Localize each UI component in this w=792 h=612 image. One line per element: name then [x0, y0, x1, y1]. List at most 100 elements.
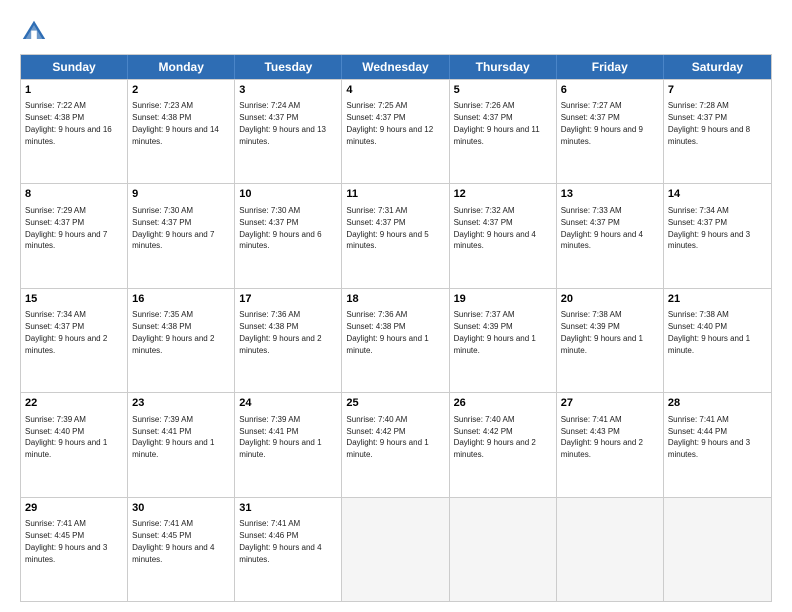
- day-number: 26: [454, 396, 552, 411]
- header: [20, 18, 772, 46]
- day-info: Sunrise: 7:41 AM Sunset: 4:43 PM Dayligh…: [561, 415, 643, 460]
- day-number: 9: [132, 187, 230, 202]
- day-info: Sunrise: 7:30 AM Sunset: 4:37 PM Dayligh…: [239, 206, 321, 251]
- weekday-header-saturday: Saturday: [664, 55, 771, 79]
- day-number: 8: [25, 187, 123, 202]
- calendar-cell-13: 13 Sunrise: 7:33 AM Sunset: 4:37 PM Dayli…: [557, 184, 664, 287]
- day-number: 10: [239, 187, 337, 202]
- calendar-cell-23: 23 Sunrise: 7:39 AM Sunset: 4:41 PM Dayli…: [128, 393, 235, 496]
- day-number: 22: [25, 396, 123, 411]
- day-number: 30: [132, 501, 230, 516]
- day-info: Sunrise: 7:34 AM Sunset: 4:37 PM Dayligh…: [668, 206, 750, 251]
- calendar-cell-10: 10 Sunrise: 7:30 AM Sunset: 4:37 PM Dayli…: [235, 184, 342, 287]
- day-info: Sunrise: 7:31 AM Sunset: 4:37 PM Dayligh…: [346, 206, 428, 251]
- logo: [20, 18, 52, 46]
- day-number: 23: [132, 396, 230, 411]
- day-info: Sunrise: 7:26 AM Sunset: 4:37 PM Dayligh…: [454, 101, 540, 146]
- day-info: Sunrise: 7:23 AM Sunset: 4:38 PM Dayligh…: [132, 101, 219, 146]
- weekday-header-sunday: Sunday: [21, 55, 128, 79]
- calendar-cell-27: 27 Sunrise: 7:41 AM Sunset: 4:43 PM Dayli…: [557, 393, 664, 496]
- calendar-cell-7: 7Sunrise: 7:28 AM Sunset: 4:37 PM Daylig…: [664, 80, 771, 183]
- calendar-cell-12: 12 Sunrise: 7:32 AM Sunset: 4:37 PM Dayli…: [450, 184, 557, 287]
- calendar-cell-5: 5 Sunrise: 7:26 AM Sunset: 4:37 PM Daylig…: [450, 80, 557, 183]
- calendar-cell-20: 20Sunrise: 7:38 AM Sunset: 4:39 PM Dayli…: [557, 289, 664, 392]
- day-number: 25: [346, 396, 444, 411]
- day-info: Sunrise: 7:41 AM Sunset: 4:45 PM Dayligh…: [25, 519, 107, 564]
- day-number: 5: [454, 83, 552, 98]
- day-number: 12: [454, 187, 552, 202]
- day-number: 15: [25, 292, 123, 307]
- day-number: 16: [132, 292, 230, 307]
- day-info: Sunrise: 7:38 AM Sunset: 4:40 PM Dayligh…: [668, 310, 750, 355]
- calendar-body: 1 Sunrise: 7:22 AM Sunset: 4:38 PM Daylig…: [21, 79, 771, 601]
- day-info: Sunrise: 7:24 AM Sunset: 4:37 PM Dayligh…: [239, 101, 326, 146]
- day-number: 31: [239, 501, 337, 516]
- calendar-cell-2: 2 Sunrise: 7:23 AM Sunset: 4:38 PM Daylig…: [128, 80, 235, 183]
- calendar-row-1: 1 Sunrise: 7:22 AM Sunset: 4:38 PM Daylig…: [21, 79, 771, 183]
- calendar-row-5: 29 Sunrise: 7:41 AM Sunset: 4:45 PM Dayli…: [21, 497, 771, 601]
- logo-icon: [20, 18, 48, 46]
- day-number: 3: [239, 83, 337, 98]
- weekday-header-friday: Friday: [557, 55, 664, 79]
- day-number: 4: [346, 83, 444, 98]
- calendar-cell-24: 24 Sunrise: 7:39 AM Sunset: 4:41 PM Dayli…: [235, 393, 342, 496]
- calendar-cell-4: 4 Sunrise: 7:25 AM Sunset: 4:37 PM Daylig…: [342, 80, 449, 183]
- day-info: Sunrise: 7:39 AM Sunset: 4:40 PM Dayligh…: [25, 415, 107, 460]
- calendar-cell-21: 21Sunrise: 7:38 AM Sunset: 4:40 PM Dayli…: [664, 289, 771, 392]
- calendar-cell-17: 17 Sunrise: 7:36 AM Sunset: 4:38 PM Dayli…: [235, 289, 342, 392]
- day-info: Sunrise: 7:39 AM Sunset: 4:41 PM Dayligh…: [239, 415, 321, 460]
- day-info: Sunrise: 7:27 AM Sunset: 4:37 PM Dayligh…: [561, 101, 643, 146]
- calendar-cell-26: 26 Sunrise: 7:40 AM Sunset: 4:42 PM Dayli…: [450, 393, 557, 496]
- day-number: 2: [132, 83, 230, 98]
- day-info: Sunrise: 7:41 AM Sunset: 4:46 PM Dayligh…: [239, 519, 321, 564]
- day-number: 14: [668, 187, 767, 202]
- calendar-row-3: 15Sunrise: 7:34 AM Sunset: 4:37 PM Dayli…: [21, 288, 771, 392]
- day-number: 1: [25, 83, 123, 98]
- day-info: Sunrise: 7:25 AM Sunset: 4:37 PM Dayligh…: [346, 101, 433, 146]
- day-info: Sunrise: 7:40 AM Sunset: 4:42 PM Dayligh…: [454, 415, 536, 460]
- calendar-cell-empty: [664, 498, 771, 601]
- day-number: 20: [561, 292, 659, 307]
- calendar-cell-3: 3 Sunrise: 7:24 AM Sunset: 4:37 PM Daylig…: [235, 80, 342, 183]
- calendar-cell-25: 25 Sunrise: 7:40 AM Sunset: 4:42 PM Dayli…: [342, 393, 449, 496]
- calendar-cell-31: 31 Sunrise: 7:41 AM Sunset: 4:46 PM Dayli…: [235, 498, 342, 601]
- calendar-header: SundayMondayTuesdayWednesdayThursdayFrid…: [21, 55, 771, 79]
- calendar-row-2: 8Sunrise: 7:29 AM Sunset: 4:37 PM Daylig…: [21, 183, 771, 287]
- day-number: 7: [668, 83, 767, 98]
- calendar-cell-empty: [557, 498, 664, 601]
- calendar-row-4: 22 Sunrise: 7:39 AM Sunset: 4:40 PM Dayli…: [21, 392, 771, 496]
- calendar-cell-29: 29 Sunrise: 7:41 AM Sunset: 4:45 PM Dayli…: [21, 498, 128, 601]
- weekday-header-thursday: Thursday: [450, 55, 557, 79]
- day-number: 27: [561, 396, 659, 411]
- day-info: Sunrise: 7:36 AM Sunset: 4:38 PM Dayligh…: [346, 310, 428, 355]
- day-info: Sunrise: 7:41 AM Sunset: 4:44 PM Dayligh…: [668, 415, 750, 460]
- day-number: 13: [561, 187, 659, 202]
- day-number: 6: [561, 83, 659, 98]
- day-info: Sunrise: 7:22 AM Sunset: 4:38 PM Dayligh…: [25, 101, 112, 146]
- day-number: 11: [346, 187, 444, 202]
- page: SundayMondayTuesdayWednesdayThursdayFrid…: [0, 0, 792, 612]
- calendar-cell-22: 22 Sunrise: 7:39 AM Sunset: 4:40 PM Dayli…: [21, 393, 128, 496]
- calendar-cell-empty: [450, 498, 557, 601]
- day-number: 29: [25, 501, 123, 516]
- day-info: Sunrise: 7:33 AM Sunset: 4:37 PM Dayligh…: [561, 206, 643, 251]
- calendar-cell-1: 1 Sunrise: 7:22 AM Sunset: 4:38 PM Daylig…: [21, 80, 128, 183]
- day-info: Sunrise: 7:41 AM Sunset: 4:45 PM Dayligh…: [132, 519, 214, 564]
- calendar-cell-9: 9Sunrise: 7:30 AM Sunset: 4:37 PM Daylig…: [128, 184, 235, 287]
- calendar-cell-15: 15Sunrise: 7:34 AM Sunset: 4:37 PM Dayli…: [21, 289, 128, 392]
- weekday-header-monday: Monday: [128, 55, 235, 79]
- day-info: Sunrise: 7:36 AM Sunset: 4:38 PM Dayligh…: [239, 310, 321, 355]
- day-info: Sunrise: 7:35 AM Sunset: 4:38 PM Dayligh…: [132, 310, 214, 355]
- day-info: Sunrise: 7:37 AM Sunset: 4:39 PM Dayligh…: [454, 310, 536, 355]
- day-number: 24: [239, 396, 337, 411]
- day-number: 17: [239, 292, 337, 307]
- calendar-cell-empty: [342, 498, 449, 601]
- calendar-cell-8: 8Sunrise: 7:29 AM Sunset: 4:37 PM Daylig…: [21, 184, 128, 287]
- day-info: Sunrise: 7:40 AM Sunset: 4:42 PM Dayligh…: [346, 415, 428, 460]
- day-info: Sunrise: 7:39 AM Sunset: 4:41 PM Dayligh…: [132, 415, 214, 460]
- weekday-header-tuesday: Tuesday: [235, 55, 342, 79]
- day-info: Sunrise: 7:32 AM Sunset: 4:37 PM Dayligh…: [454, 206, 536, 251]
- calendar-cell-14: 14 Sunrise: 7:34 AM Sunset: 4:37 PM Dayli…: [664, 184, 771, 287]
- weekday-header-wednesday: Wednesday: [342, 55, 449, 79]
- calendar-cell-11: 11 Sunrise: 7:31 AM Sunset: 4:37 PM Dayli…: [342, 184, 449, 287]
